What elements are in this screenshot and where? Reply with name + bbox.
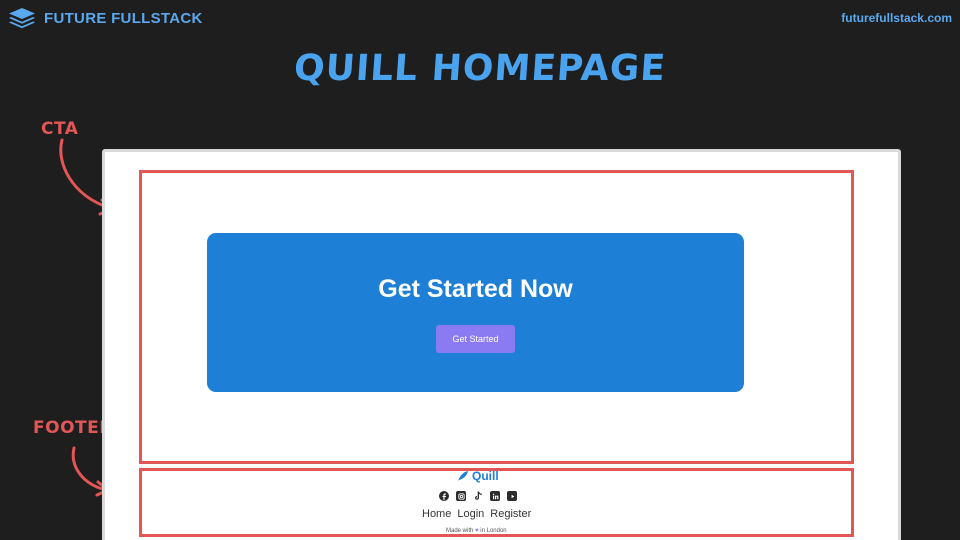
- brand-name: FUTURE FULLSTACK: [44, 9, 203, 27]
- footer-highlight-box: [139, 468, 854, 537]
- site-url: futurefullstack.com: [841, 11, 952, 25]
- footer-annotation-label: FOOTER: [33, 418, 113, 438]
- slide-title: QUILL HOMEPAGE: [292, 48, 668, 89]
- cta-highlight-box: [139, 170, 854, 464]
- cta-annotation-label: CTA: [41, 119, 79, 139]
- brand: FUTURE FULLSTACK: [8, 7, 203, 29]
- slide: FUTURE FULLSTACK futurefullstack.com QUI…: [0, 0, 960, 540]
- stack-layers-icon: [9, 8, 35, 29]
